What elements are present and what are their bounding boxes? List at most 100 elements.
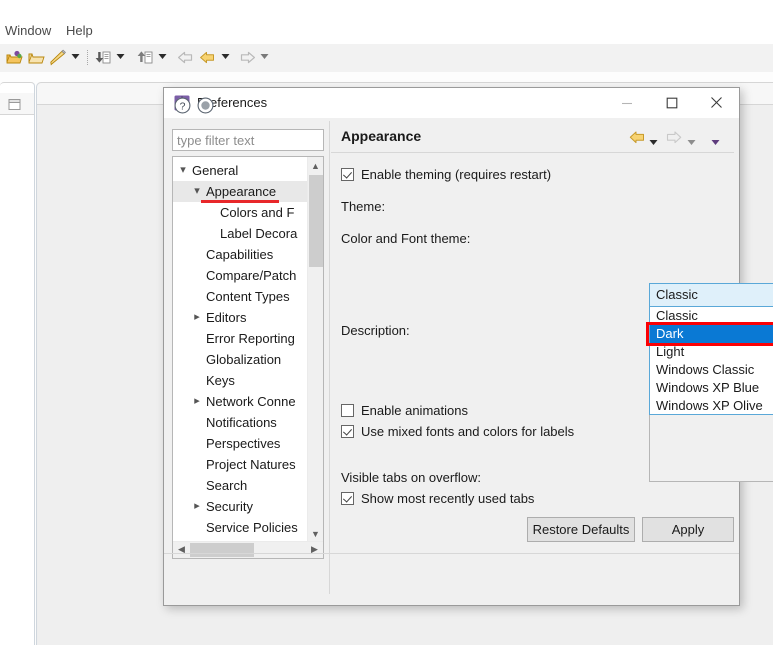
- scrollbar-thumb[interactable]: [309, 175, 323, 267]
- restore-defaults-button[interactable]: Restore Defaults: [527, 517, 635, 542]
- screen: Window Help Preferences type filter text…: [0, 0, 773, 645]
- tree-item-label: Error Reporting: [206, 331, 295, 346]
- tree-item-general[interactable]: ▾ General: [173, 160, 310, 181]
- new-wizard-icon[interactable]: [49, 49, 67, 67]
- tree-item-label: General: [192, 163, 239, 178]
- chevron-down-icon[interactable]: ▾: [176, 160, 190, 181]
- filter-placeholder: type filter text: [177, 133, 255, 148]
- menu-help[interactable]: Help: [66, 24, 93, 37]
- visible-tabs-label: Visible tabs on overflow:: [341, 470, 481, 485]
- checkbox-box: [341, 404, 354, 417]
- close-button[interactable]: [694, 88, 739, 117]
- open-folder-icon[interactable]: [27, 49, 45, 67]
- scroll-down-arrow-icon[interactable]: ▼: [308, 525, 323, 542]
- description-text: [650, 415, 773, 481]
- tree-item-search[interactable]: Search: [173, 475, 310, 496]
- show-mru-tabs-checkbox[interactable]: Show most recently used tabs: [341, 491, 534, 506]
- chevron-right-icon[interactable]: ▸: [190, 496, 204, 517]
- color-font-theme-label: Color and Font theme:: [341, 231, 471, 246]
- run-icon[interactable]: [136, 49, 154, 67]
- dropdown-arrow-icon[interactable]: [260, 53, 269, 60]
- theme-option-windows-xp-olive[interactable]: Windows XP Olive: [650, 397, 773, 415]
- theme-option-classic[interactable]: Classic: [650, 307, 773, 325]
- tree-item-keys[interactable]: Keys: [173, 370, 310, 391]
- enable-theming-label: Enable theming (requires restart): [361, 167, 552, 182]
- preference-tree[interactable]: ▾ General ▾ Appearance Colors and F Labe…: [172, 156, 324, 559]
- tree-vertical-scrollbar[interactable]: ▲ ▼: [307, 157, 323, 542]
- theme-option-light[interactable]: Light: [650, 343, 773, 361]
- tree-item-compare-patch[interactable]: Compare/Patch: [173, 265, 310, 286]
- dialog-titlebar[interactable]: Preferences: [164, 88, 739, 118]
- svg-text:?: ?: [180, 100, 186, 112]
- chevron-right-icon[interactable]: ▸: [190, 307, 204, 328]
- theme-label: Theme:: [341, 199, 386, 214]
- tree-item-label: Colors and F: [220, 205, 295, 220]
- theme-option-dark[interactable]: Dark: [650, 325, 773, 343]
- dropdown-arrow-icon[interactable]: [687, 133, 696, 151]
- enable-animations-checkbox[interactable]: Enable animations: [341, 403, 468, 418]
- tree-horizontal-scrollbar[interactable]: ◀ ▶: [173, 541, 323, 558]
- filter-input[interactable]: type filter text: [172, 129, 324, 151]
- tree-item-content-types[interactable]: Content Types: [173, 286, 310, 307]
- dropdown-arrow-icon[interactable]: [158, 53, 167, 60]
- footer-divider: [164, 553, 739, 554]
- tree-item-perspectives[interactable]: Perspectives: [173, 433, 310, 454]
- description-box: ▼: [649, 414, 773, 482]
- back-arrow-icon[interactable]: [629, 130, 646, 150]
- minimize-button[interactable]: [604, 88, 649, 117]
- enable-theming-checkbox[interactable]: Enable theming (requires restart): [341, 167, 551, 182]
- tree-item-globalization[interactable]: Globalization: [173, 349, 310, 370]
- help-question-icon[interactable]: ?: [174, 97, 191, 119]
- scroll-left-arrow-icon[interactable]: ◀: [173, 542, 190, 557]
- tree-item-error-reporting[interactable]: Error Reporting: [173, 328, 310, 349]
- tree-item-colors-and-fonts[interactable]: Colors and F: [173, 202, 310, 223]
- mixed-fonts-checkbox[interactable]: Use mixed fonts and colors for labels: [341, 424, 574, 439]
- tree-item-label: Compare/Patch: [206, 268, 297, 283]
- open-perspective-icon[interactable]: [5, 49, 23, 67]
- checkbox-box: [341, 492, 354, 505]
- view-restore-icon[interactable]: [8, 98, 21, 116]
- tree-item-security[interactable]: ▸ Security: [173, 496, 310, 517]
- tree-item-label: Appearance: [206, 184, 277, 199]
- forward-arrow-icon[interactable]: [238, 49, 256, 67]
- dropdown-arrow-icon[interactable]: [71, 53, 80, 60]
- view-menu-icon[interactable]: [711, 133, 720, 151]
- tree-item-network-connections[interactable]: ▸ Network Conne: [173, 391, 310, 412]
- tree-item-appearance[interactable]: ▾ Appearance: [173, 181, 310, 203]
- tree-item-label-decorations[interactable]: Label Decora: [173, 223, 310, 244]
- back-arrow-icon[interactable]: [199, 49, 217, 67]
- tree-item-editors[interactable]: ▸ Editors: [173, 307, 310, 328]
- scroll-right-arrow-icon[interactable]: ▶: [306, 542, 323, 557]
- chevron-down-icon[interactable]: ▾: [190, 181, 204, 202]
- main-toolbar: [0, 44, 773, 73]
- dropdown-arrow-icon[interactable]: [649, 133, 658, 151]
- chevron-right-icon[interactable]: ▸: [190, 391, 204, 412]
- menu-window[interactable]: Window: [5, 24, 51, 37]
- theme-option-windows-classic[interactable]: Windows Classic: [650, 361, 773, 379]
- tree-item-label: Project Natures: [206, 457, 296, 472]
- tree-item-capabilities[interactable]: Capabilities: [173, 244, 310, 265]
- theme-combo[interactable]: Classic: [649, 283, 773, 307]
- back-history-icon[interactable]: [177, 49, 195, 67]
- restore-window-icon[interactable]: [197, 97, 214, 119]
- debug-icon[interactable]: [94, 49, 112, 67]
- tree-item-project-natures[interactable]: Project Natures: [173, 454, 310, 475]
- mixed-fonts-label: Use mixed fonts and colors for labels: [361, 424, 575, 439]
- tree-item-service-policies[interactable]: Service Policies: [173, 517, 310, 538]
- scrollbar-thumb[interactable]: [190, 543, 254, 557]
- theme-option-windows-xp-blue[interactable]: Windows XP Blue: [650, 379, 773, 397]
- tree-item-label: Content Types: [206, 289, 290, 304]
- tree-item-label: Perspectives: [206, 436, 281, 451]
- dialog-splitter[interactable]: [329, 121, 330, 594]
- maximize-button[interactable]: [649, 88, 694, 117]
- tree-item-notifications[interactable]: Notifications: [173, 412, 310, 433]
- apply-button[interactable]: Apply: [642, 517, 734, 542]
- dropdown-arrow-icon[interactable]: [116, 53, 125, 60]
- tree-item-label: Editors: [206, 310, 247, 325]
- scroll-up-arrow-icon[interactable]: ▲: [308, 157, 323, 174]
- theme-dropdown-list[interactable]: Classic Dark Light Windows Classic Windo…: [649, 307, 773, 415]
- dropdown-arrow-icon[interactable]: [221, 53, 230, 60]
- left-view-panel: [0, 82, 35, 645]
- forward-arrow-icon[interactable]: [665, 130, 682, 150]
- page-title: Appearance: [341, 128, 422, 144]
